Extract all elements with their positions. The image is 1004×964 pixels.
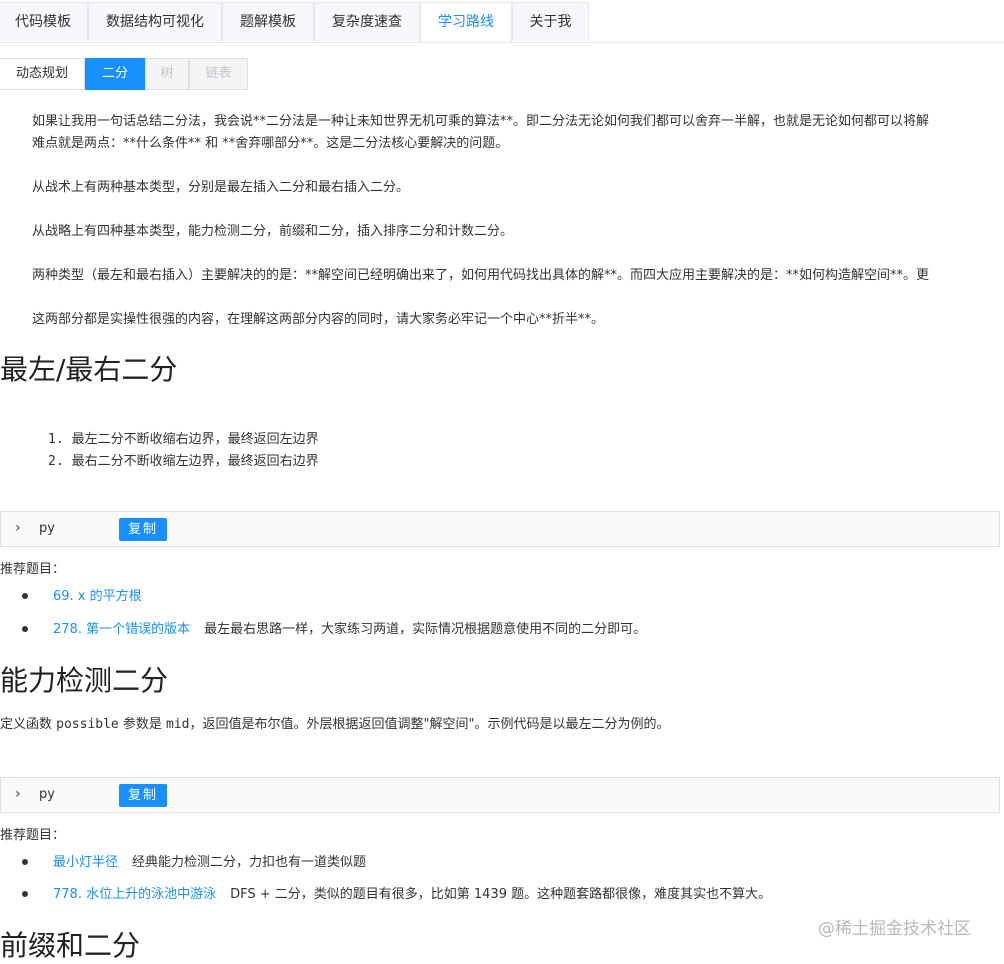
bullet-icon [22, 890, 28, 897]
tab-about-me[interactable]: 关于我 [512, 2, 589, 41]
tab-code-templates[interactable]: 代码模板 [0, 2, 88, 41]
subtab-tree[interactable]: 树 [145, 58, 189, 90]
chevron-right-icon[interactable]: › [15, 786, 21, 802]
tab-complexity-cheatsheet[interactable]: 复杂度速查 [314, 2, 420, 41]
list-item: 278. 第一个错误的版本 最左最右思路一样，大家练习两道，实际情况根据题意使用不… [22, 618, 646, 637]
list-item: 69. x 的平方根 [22, 585, 156, 604]
section-heading-leftmost-rightmost: 最左/最右二分 [0, 353, 178, 386]
subtab-dynamic-programming[interactable]: 动态规划 [0, 58, 85, 90]
list-item: 1. 最左二分不断收缩右边界，最终返回左边界 [48, 432, 319, 447]
copy-button[interactable]: 复制 [119, 784, 167, 807]
bullet-icon [22, 592, 28, 599]
recommended-problems-label: 推荐题目： [0, 828, 66, 843]
tab-learning-path[interactable]: 学习路线 [420, 2, 512, 42]
bullet-icon [22, 625, 28, 632]
code-language-label: py [39, 521, 55, 536]
code-block-collapsed[interactable]: › py 复制 [0, 511, 1000, 547]
intro-paragraph-4: 两种类型（最左和最右插入）主要解决的的是：**解空间已经明确出来了，如何用代码找… [32, 268, 930, 283]
problem-link[interactable]: 69. x 的平方根 [53, 589, 142, 604]
watermark: @稀土掘金技术社区 [818, 919, 971, 939]
intro-paragraph-1-line-2: 难点就是两点：**什么条件** 和 **舍弃哪部分**。这是二分法核心要解决的问… [32, 136, 509, 151]
list-item: 778. 水位上升的泳池中游泳 DFS + 二分，类似的题目有很多，比如第 143… [22, 883, 771, 902]
section-description: 定义函数 possible 参数是 mid，返回值是布尔值。外层根据返回值调整"… [0, 717, 670, 732]
section-heading-prefix-sum: 前缀和二分 [0, 929, 141, 962]
problem-link[interactable]: 最小灯半径 [53, 855, 118, 870]
intro-paragraph-5: 这两部分都是实操性很强的内容，在理解这两部分内容的同时，请大家务必牢记一个中心*… [32, 312, 605, 327]
top-tab-bar: 代码模板 数据结构可视化 题解模板 复杂度速查 学习路线 关于我 [0, 0, 1004, 43]
tab-solution-templates[interactable]: 题解模板 [222, 2, 314, 41]
code-block-collapsed[interactable]: › py 复制 [0, 777, 1000, 813]
intro-paragraph-1-line-1: 如果让我用一句话总结二分法，我会说**二分法是一种让未知世界无机可乘的算法**。… [32, 114, 930, 129]
subtab-binary-search[interactable]: 二分 [85, 58, 145, 90]
problem-link[interactable]: 278. 第一个错误的版本 [53, 622, 190, 637]
list-item: 2. 最右二分不断收缩左边界，最终返回右边界 [48, 454, 319, 469]
section-heading-capability-check: 能力检测二分 [0, 664, 169, 697]
code-language-label: py [39, 787, 55, 802]
subtab-linked-list[interactable]: 链表 [189, 58, 248, 90]
bullet-icon [22, 858, 28, 865]
chevron-right-icon[interactable]: › [15, 520, 21, 536]
tab-data-structure-visualization[interactable]: 数据结构可视化 [88, 2, 222, 41]
problem-link[interactable]: 778. 水位上升的泳池中游泳 [53, 887, 216, 902]
list-item: 最小灯半径 经典能力检测二分，力扣也有一道类似题 [22, 851, 366, 870]
intro-paragraph-3: 从战略上有四种基本类型，能力检测二分，前缀和二分，插入排序二分和计数二分。 [32, 224, 514, 239]
intro-paragraph-2: 从战术上有两种基本类型，分别是最左插入二分和最右插入二分。 [32, 180, 410, 195]
recommended-problems-label: 推荐题目： [0, 562, 66, 577]
copy-button[interactable]: 复制 [119, 518, 167, 541]
